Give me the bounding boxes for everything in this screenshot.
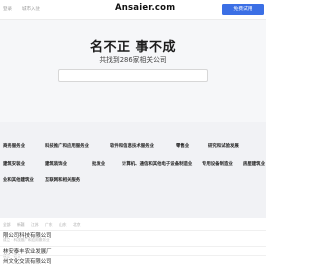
category-item[interactable]: 计算机、通信和其他电子设备制造业 bbox=[122, 160, 192, 170]
category-item[interactable]: 软件和信息技术服务业 bbox=[110, 142, 154, 152]
nav-link-login[interactable]: 登录 bbox=[3, 6, 12, 12]
category-item[interactable]: 建筑安装业 bbox=[3, 160, 25, 170]
hero-section: 名不正 事不成 共找到286家相关公司 bbox=[0, 20, 266, 122]
category-item[interactable]: 互联网和相关服务 bbox=[45, 176, 80, 186]
category-item[interactable]: 专用设备制造业 bbox=[202, 160, 233, 170]
site-logo[interactable]: Ansaier.com bbox=[115, 3, 175, 13]
filter-tab[interactable]: 全部 bbox=[3, 222, 11, 228]
category-item[interactable]: 科技推广和应用服务业 bbox=[45, 142, 89, 152]
free-trial-button[interactable]: 免费试用 bbox=[222, 4, 264, 15]
industry-category-grid: 商务服务业 科技推广和应用服务业 软件和信息技术服务业 零售业 研究和试验发展 … bbox=[0, 122, 266, 218]
company-meta: 成立 · 科技推广和应用服务业 bbox=[3, 238, 50, 242]
category-item[interactable]: 业和其他建筑业 bbox=[3, 176, 34, 186]
category-item[interactable]: 房屋建筑业 bbox=[243, 160, 265, 170]
search-input[interactable] bbox=[58, 69, 208, 82]
filter-tab[interactable]: 山东 bbox=[59, 222, 67, 228]
category-item[interactable]: 零售业 bbox=[176, 142, 189, 152]
company-list-item[interactable]: 限公司科技有限公司 成立 · 科技推广和应用服务业 bbox=[0, 231, 266, 245]
hero-title: 名不正 事不成 bbox=[89, 40, 177, 55]
filter-tab[interactable]: 广东 bbox=[45, 222, 53, 228]
category-item[interactable]: 商务服务业 bbox=[3, 142, 25, 152]
category-item[interactable]: 建筑装饰业 bbox=[45, 160, 67, 170]
list-divider bbox=[0, 255, 266, 256]
top-navigation-bar: 登录 城市入驻 Ansaier.com 免费试用 bbox=[0, 0, 266, 20]
category-item[interactable]: 批发业 bbox=[92, 160, 105, 170]
result-count: 共找到286家相关公司 bbox=[99, 56, 167, 64]
company-list-item[interactable]: 州文化交流有限公司 bbox=[0, 257, 266, 265]
category-item[interactable]: 研究和试验发展 bbox=[208, 142, 239, 152]
region-filter-bar: 全部 新疆 江苏 广东 山东 北京 bbox=[0, 221, 266, 229]
filter-tab[interactable]: 新疆 bbox=[17, 222, 25, 228]
filter-tab[interactable]: 江苏 bbox=[31, 222, 39, 228]
company-name[interactable]: 州文化交流有限公司 bbox=[3, 257, 52, 265]
nav-link-city[interactable]: 城市入驻 bbox=[22, 6, 40, 12]
filter-tab[interactable]: 北京 bbox=[73, 222, 81, 228]
